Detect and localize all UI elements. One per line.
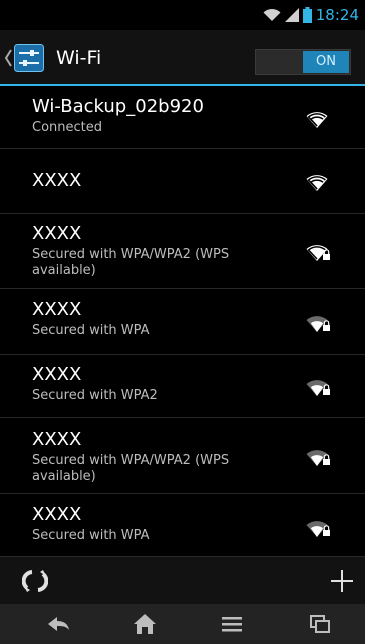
status-icons: 18:24 bbox=[263, 6, 359, 24]
wifi-signal-secured-medium-icon bbox=[306, 380, 330, 396]
network-ssid: XXXX bbox=[32, 223, 82, 244]
wifi-icon bbox=[263, 8, 281, 21]
network-ssid: XXXX bbox=[32, 170, 82, 191]
network-detail: Secured with WPA/WPA2 (WPS available) bbox=[32, 247, 230, 278]
wifi-signal-secured-full-icon bbox=[306, 245, 330, 261]
wifi-network-item[interactable]: XXXX Secured with WPA2 bbox=[0, 355, 365, 418]
page-title: Wi-Fi bbox=[56, 47, 102, 69]
add-network-icon[interactable] bbox=[330, 569, 354, 593]
action-bar: Wi-Fi ON bbox=[0, 30, 365, 86]
network-ssid: XXXX bbox=[32, 429, 82, 450]
wifi-network-item[interactable]: XXXX bbox=[0, 149, 365, 214]
wifi-signal-secured-medium-icon bbox=[306, 316, 330, 332]
wifi-network-item[interactable]: XXXX Secured with WPA bbox=[0, 494, 365, 555]
wifi-network-item[interactable]: XXXX Secured with WPA/WPA2 (WPS availabl… bbox=[0, 214, 365, 289]
wifi-signal-full-icon bbox=[306, 112, 328, 128]
wifi-network-item[interactable]: XXXX Secured with WPA bbox=[0, 289, 365, 355]
recent-apps-icon[interactable] bbox=[306, 612, 334, 636]
back-icon[interactable] bbox=[44, 612, 72, 636]
wifi-signal-full-icon bbox=[306, 175, 328, 191]
menu-icon[interactable] bbox=[218, 612, 246, 636]
network-ssid: XXXX bbox=[32, 299, 82, 320]
network-detail: Connected bbox=[32, 120, 103, 135]
wifi-network-item[interactable]: XXXX Secured with WPA/WPA2 (WPS availabl… bbox=[0, 418, 365, 494]
status-time: 18:24 bbox=[315, 6, 359, 24]
wifi-toggle-on-label: ON bbox=[303, 51, 349, 73]
status-bar: 18:24 bbox=[0, 0, 365, 30]
wifi-settings-icon[interactable] bbox=[14, 44, 44, 72]
battery-icon bbox=[302, 7, 312, 23]
cell-signal-icon bbox=[284, 8, 299, 22]
wifi-network-item[interactable]: Wi-Backup_02b920 Connected bbox=[0, 88, 365, 149]
network-detail: Secured with WPA2 bbox=[32, 388, 158, 403]
up-caret-icon[interactable] bbox=[4, 48, 12, 68]
bottom-action-bar bbox=[0, 556, 365, 604]
home-icon[interactable] bbox=[131, 612, 159, 636]
wifi-network-list: Wi-Backup_02b920 Connected XXXX XXXX Sec… bbox=[0, 88, 365, 555]
network-ssid: Wi-Backup_02b920 bbox=[32, 96, 204, 117]
network-detail: Secured with WPA/WPA2 (WPS available) bbox=[32, 453, 230, 484]
navigation-bar bbox=[0, 604, 365, 644]
wps-push-icon[interactable] bbox=[22, 569, 48, 593]
network-ssid: XXXX bbox=[32, 364, 82, 385]
network-detail: Secured with WPA bbox=[32, 323, 150, 338]
network-detail: Secured with WPA bbox=[32, 528, 150, 543]
wifi-toggle[interactable]: ON bbox=[255, 49, 351, 75]
network-ssid: XXXX bbox=[32, 504, 82, 525]
wifi-signal-secured-medium-icon bbox=[306, 521, 330, 537]
wifi-signal-secured-medium-icon bbox=[306, 450, 330, 466]
